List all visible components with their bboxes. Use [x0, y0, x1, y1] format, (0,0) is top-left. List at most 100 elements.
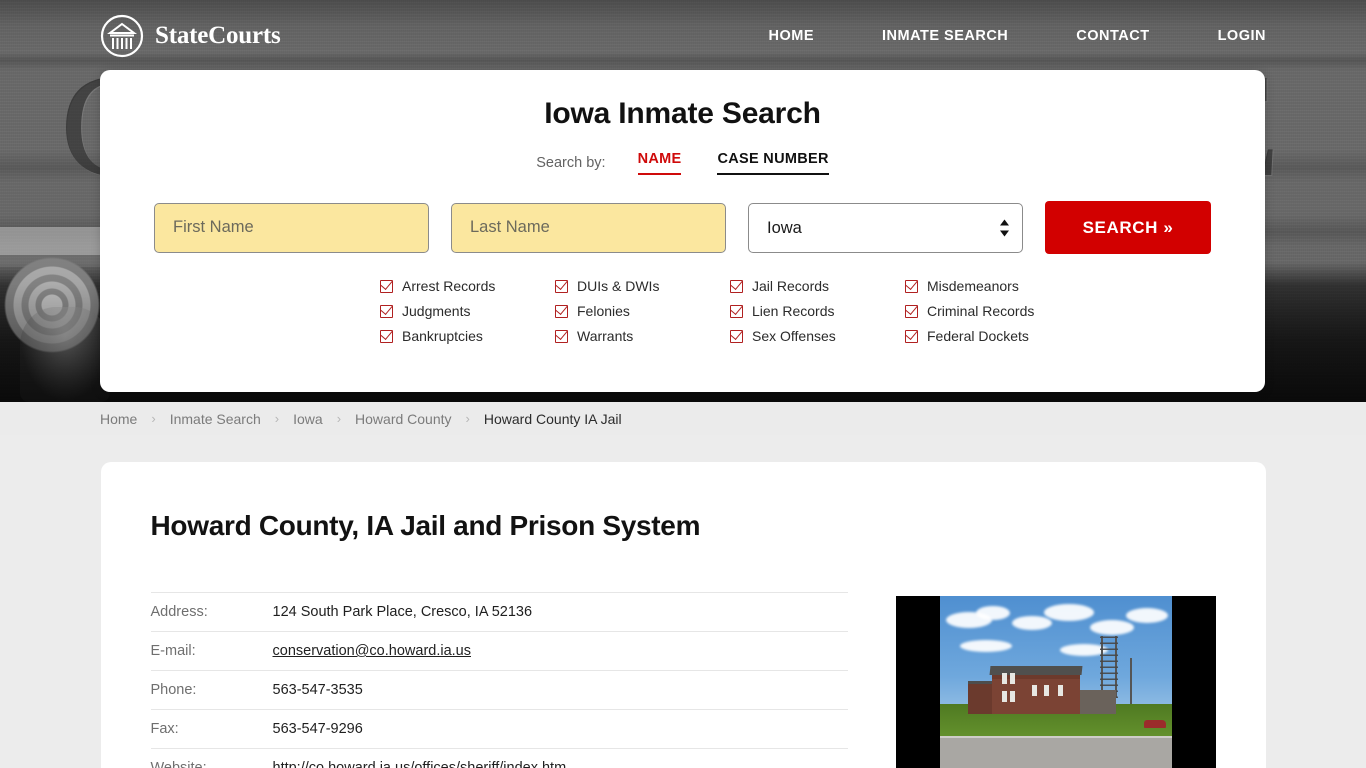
record-type-item[interactable]: Warrants [555, 328, 730, 344]
search-title: Iowa Inmate Search [544, 97, 821, 130]
checkbox-checked-icon [905, 279, 918, 293]
courthouse-circle-icon [100, 14, 144, 58]
record-type-label: Federal Dockets [927, 328, 1029, 344]
checkbox-checked-icon [380, 279, 393, 293]
photo-cloud [1089, 620, 1134, 635]
row-value-website: http://co.howard.ia.us/offices/sheriff/i… [273, 749, 848, 768]
table-row: Phone: 563-547-3535 [150, 671, 848, 710]
breadcrumb-separator-icon: › [274, 411, 280, 426]
row-label-address: Address: [150, 604, 208, 620]
record-type-label: Warrants [577, 328, 634, 344]
record-type-item[interactable]: Lien Records [730, 303, 905, 319]
row-label-phone: Phone: [150, 682, 197, 698]
photo-car [1143, 720, 1166, 728]
breadcrumb-item-iowa[interactable]: Iowa [293, 411, 323, 427]
breadcrumb-item-current: Howard County IA Jail [483, 410, 622, 427]
table-row: Fax: 563-547-9296 [150, 710, 848, 749]
row-label-email: E-mail: [150, 643, 196, 659]
photo-window [1031, 685, 1037, 696]
breadcrumb-item-inmate-search[interactable]: Inmate Search [170, 411, 261, 427]
checkbox-checked-icon [730, 304, 743, 318]
search-by-row: Search by: NAME CASE NUMBER [100, 151, 1265, 175]
checkbox-checked-icon [555, 304, 568, 318]
tab-name[interactable]: NAME [637, 151, 682, 175]
nav-item-login[interactable]: LOGIN [1218, 22, 1266, 50]
checkbox-checked-icon [905, 329, 918, 343]
record-type-item[interactable]: Arrest Records [380, 278, 555, 294]
checkbox-checked-icon [380, 329, 393, 343]
record-type-item[interactable]: Jail Records [730, 278, 905, 294]
inmate-search-card: Iowa Inmate Search Search by: NAME CASE … [100, 70, 1265, 392]
hero-section: COURTHOUSE StateCourts HOME INMATE SEARC… [0, 0, 1366, 402]
main-navigation: HOME INMATE SEARCH CONTACT LOGIN [769, 22, 1267, 50]
record-type-item[interactable]: Criminal Records [905, 303, 1080, 319]
email-link[interactable]: conservation@co.howard.ia.us [273, 643, 472, 659]
checkbox-checked-icon [380, 304, 393, 318]
checkbox-checked-icon [730, 329, 743, 343]
page-title: Howard County, IA Jail and Prison System [150, 510, 701, 541]
record-type-item[interactable]: Federal Dockets [905, 328, 1080, 344]
checkbox-checked-icon [730, 279, 743, 293]
record-type-item[interactable]: Sex Offenses [730, 328, 905, 344]
top-bar: StateCourts HOME INMATE SEARCH CONTACT L… [0, 0, 1366, 72]
breadcrumb-item-home[interactable]: Home [100, 411, 137, 427]
breadcrumb-separator-icon: › [151, 411, 156, 426]
record-type-label: Arrest Records [402, 278, 496, 294]
checkbox-checked-icon [905, 304, 918, 318]
row-value-phone: 563-547-3535 [272, 682, 363, 698]
record-type-label: Judgments [402, 303, 471, 319]
record-type-item[interactable]: Misdemeanors [905, 278, 1080, 294]
checkbox-checked-icon [555, 279, 568, 293]
record-type-label: Misdemeanors [927, 278, 1019, 294]
record-type-item[interactable]: Bankruptcies [380, 328, 555, 344]
row-label-website: Website: [150, 760, 207, 768]
photo-cloud [975, 606, 1010, 620]
state-select-wrapper: Iowa [748, 202, 1023, 253]
record-type-label: Sex Offenses [752, 328, 836, 344]
search-by-label: Search by: [536, 155, 606, 171]
first-name-input[interactable] [154, 202, 429, 253]
record-types-list: Arrest Records DUIs & DWIs Jail Records … [100, 278, 1265, 344]
record-type-label: Jail Records [752, 278, 830, 294]
photo-cloud [1011, 616, 1052, 630]
nav-item-inmate-search[interactable]: INMATE SEARCH [882, 22, 1008, 50]
table-row: Address: 124 South Park Place, Cresco, I… [150, 592, 848, 632]
row-label-fax: Fax: [150, 721, 179, 737]
breadcrumb-item-howard-county[interactable]: Howard County [355, 411, 452, 427]
website-link[interactable]: http://co.howard.ia.us/offices/sheriff/i… [273, 760, 567, 768]
photo-road [939, 736, 1172, 768]
nav-item-contact[interactable]: CONTACT [1076, 22, 1149, 50]
record-type-label: Criminal Records [927, 303, 1035, 319]
row-value-fax: 563-547-9296 [272, 721, 363, 737]
brand-name: StateCourts [155, 22, 281, 49]
photo-cloud [959, 640, 1012, 652]
nav-item-home[interactable]: HOME [769, 22, 815, 50]
breadcrumb-separator-icon: › [465, 411, 470, 426]
photo-window [1057, 685, 1063, 696]
row-value-address: 124 South Park Place, Cresco, IA 52136 [272, 604, 533, 620]
record-type-item[interactable]: DUIs & DWIs [555, 278, 730, 294]
breadcrumb-separator-icon: › [336, 411, 342, 426]
table-row: Website: http://co.howard.ia.us/offices/… [151, 749, 848, 768]
detail-columns: Address: 124 South Park Place, Cresco, I… [150, 592, 1216, 768]
record-type-item[interactable]: Judgments [380, 303, 555, 319]
checkbox-checked-icon [555, 329, 568, 343]
photo-window [1001, 691, 1007, 702]
record-type-item[interactable]: Felonies [555, 303, 730, 319]
jail-detail-card: Howard County, IA Jail and Prison System… [100, 462, 1266, 768]
photo-window [1001, 673, 1007, 684]
photo-window [1009, 691, 1015, 702]
search-form-row: Iowa SEARCH » [100, 201, 1265, 254]
state-select[interactable]: Iowa [748, 202, 1023, 253]
photo-annex [1079, 690, 1116, 714]
record-type-label: Felonies [577, 303, 630, 319]
photo-cloud [1125, 608, 1168, 623]
record-type-label: Bankruptcies [402, 328, 483, 344]
search-button[interactable]: SEARCH » [1045, 201, 1211, 254]
brand-logo[interactable]: StateCourts [100, 14, 281, 58]
jail-photo-image [939, 596, 1172, 768]
last-name-input[interactable] [451, 202, 726, 253]
tab-case-number[interactable]: CASE NUMBER [717, 151, 829, 175]
record-type-label: DUIs & DWIs [577, 278, 660, 294]
photo-cloud [1043, 604, 1094, 621]
